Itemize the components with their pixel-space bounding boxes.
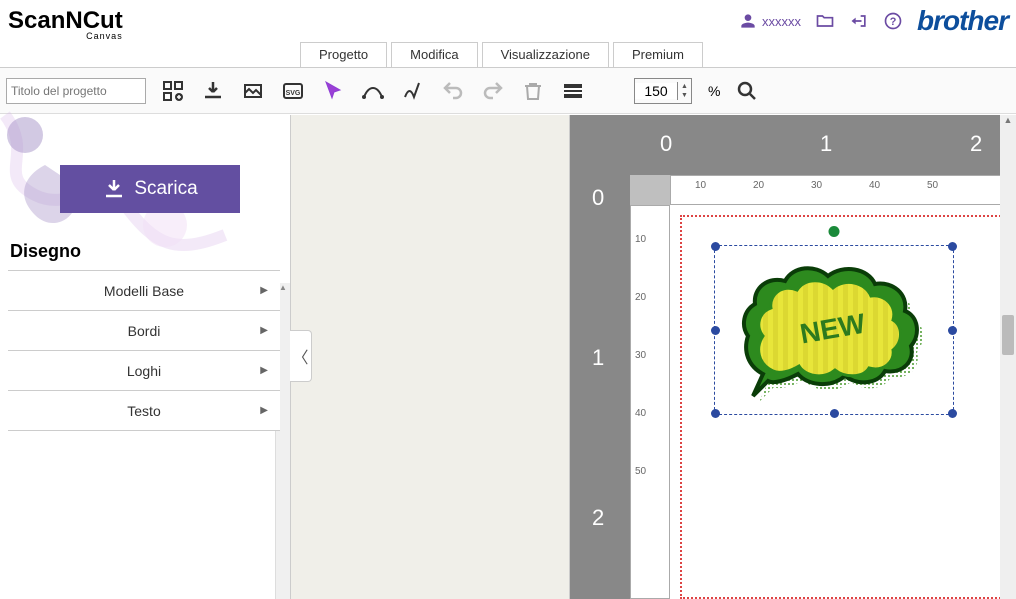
accordion-loghi[interactable]: Loghi ▶ [8,351,280,391]
svg-text:?: ? [890,16,897,28]
folder-icon[interactable] [815,11,835,31]
rotate-handle[interactable] [829,226,840,237]
user-account[interactable]: xxxxxx [738,11,801,31]
accordion-modelli-base[interactable]: Modelli Base ▶ [8,271,280,311]
resize-handle[interactable] [948,409,957,418]
sidebar: Scarica Disegno Modelli Base ▶ Bordi ▶ Log… [0,115,290,599]
cutting-mat[interactable]: NEW [670,205,1016,599]
collapse-panel-button[interactable]: 〈 [290,330,312,382]
ruler-mark: 1 [592,345,604,371]
ruler-mark: 1 [820,131,832,157]
resize-handle[interactable] [711,326,720,335]
scrollbar-thumb[interactable] [1002,315,1014,355]
canvas-workspace[interactable]: 0 1 2 0 1 2 10 20 30 40 50 10 20 30 40 5… [570,115,1016,599]
accordion-label: Loghi [127,363,161,379]
chevron-left-icon: 〈 [292,344,308,368]
svg-import-icon[interactable]: SVG [280,78,306,104]
section-title: Disegno [10,241,290,262]
scroll-up-icon[interactable]: ▲ [1000,115,1016,131]
preview-panel: 〈 [290,115,570,599]
ruler-mark: 2 [592,505,604,531]
header-actions: xxxxxx ? brother [738,5,1008,37]
canvas-scrollbar[interactable]: ▲ [1000,115,1016,599]
logo-subtext: Canvas [86,31,123,41]
ruler-mark: 2 [970,131,982,157]
list-view-icon[interactable] [560,78,586,104]
ruler-tick: 10 [635,234,646,245]
download-icon [102,177,126,201]
download-label: Scarica [134,178,197,200]
ruler-tick: 20 [635,292,646,303]
zoom-down-icon[interactable]: ▼ [678,91,691,100]
resize-handle[interactable] [948,242,957,251]
selection-box[interactable]: NEW [714,245,954,415]
ruler-tick: 50 [635,466,646,477]
ruler-tick: 10 [695,180,706,191]
zoom-control[interactable]: ▲ ▼ [634,78,692,104]
logout-icon[interactable] [849,11,869,31]
svg-text:SVG: SVG [286,90,301,97]
ruler-tick: 30 [811,180,822,191]
chevron-right-icon: ▶ [260,405,268,416]
ruler-vertical-minor: 10 20 30 40 50 [630,205,670,599]
undo-icon[interactable] [440,78,466,104]
ruler-tick: 40 [635,408,646,419]
chevron-right-icon: ▶ [260,285,268,296]
ruler-tick: 50 [927,180,938,191]
help-icon[interactable]: ? [883,11,903,31]
ruler-mark: 0 [660,131,672,157]
search-icon[interactable] [734,78,760,104]
tab-progetto[interactable]: Progetto [300,42,387,67]
trash-icon[interactable] [520,78,546,104]
tab-modifica[interactable]: Modifica [391,42,477,67]
logo-area: ScanNCut Canvas [8,7,129,35]
main-tabs: Progetto Modifica Visualizzazione Premiu… [0,42,1016,68]
resize-handle[interactable] [948,326,957,335]
redo-icon[interactable] [480,78,506,104]
ruler-horizontal-minor: 10 20 30 40 50 [670,175,1016,205]
chevron-right-icon: ▶ [260,325,268,336]
resize-handle[interactable] [711,409,720,418]
resize-handle[interactable] [711,242,720,251]
app-logo: ScanNCut Canvas [8,7,123,35]
accordion-testo[interactable]: Testo ▶ [8,391,280,431]
design-accordion: Modelli Base ▶ Bordi ▶ Loghi ▶ Testo ▶ [8,270,280,431]
tab-premium[interactable]: Premium [613,42,703,67]
zoom-unit: % [708,83,720,99]
download-button[interactable]: Scarica [60,165,240,213]
speech-bubble-shape[interactable]: NEW [733,256,933,401]
project-title-input[interactable] [6,78,146,104]
ruler-mark: 0 [592,185,604,211]
user-icon [738,11,758,31]
app-header: ScanNCut Canvas xxxxxx ? brother [0,0,1016,42]
tab-visualizzazione[interactable]: Visualizzazione [482,42,609,67]
username: xxxxxx [762,14,801,29]
accordion-label: Testo [127,403,160,419]
zoom-input[interactable] [635,83,677,99]
path-edit-icon[interactable] [360,78,386,104]
chevron-right-icon: ▶ [260,365,268,376]
accordion-label: Bordi [128,323,161,339]
ruler-tick: 40 [869,180,880,191]
pointer-tool-icon[interactable] [320,78,346,104]
grid-add-icon[interactable] [160,78,186,104]
zoom-up-icon[interactable]: ▲ [678,82,691,91]
download-tool-icon[interactable] [200,78,226,104]
ruler-corner [570,115,630,175]
ruler-vertical-major: 0 1 2 [570,175,630,599]
ruler-tick: 30 [635,350,646,361]
logo-text: ScanNCut [8,7,123,34]
resize-handle[interactable] [830,409,839,418]
import-image-icon[interactable] [240,78,266,104]
accordion-label: Modelli Base [104,283,184,299]
draw-tool-icon[interactable] [400,78,426,104]
ruler-tick: 20 [753,180,764,191]
brother-logo: brother [917,5,1008,37]
accordion-bordi[interactable]: Bordi ▶ [8,311,280,351]
ruler-horizontal-major: 0 1 2 [630,115,1016,175]
